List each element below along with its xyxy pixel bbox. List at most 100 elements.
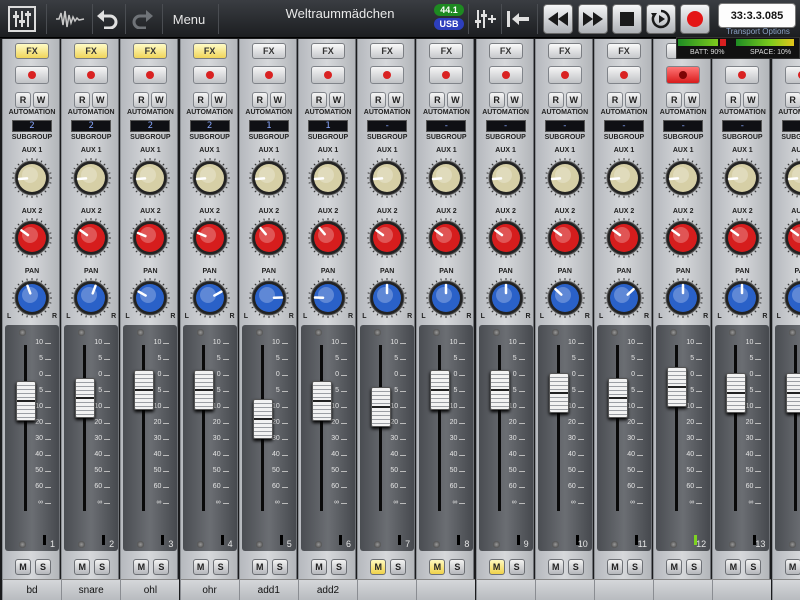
aux2-knob[interactable] [366,217,408,259]
undo-icon[interactable] [94,4,120,34]
solo-button[interactable]: S [212,559,229,575]
channel-name[interactable] [654,579,713,600]
fader-add-icon[interactable] [472,4,498,34]
fx-button[interactable]: FX [607,43,641,59]
pan-knob[interactable] [425,277,467,319]
automation-write-button[interactable]: W [565,92,582,108]
automation-write-button[interactable]: W [447,92,464,108]
fader-handle[interactable] [134,369,155,410]
record-arm-button[interactable] [547,66,582,84]
fx-button[interactable]: FX [15,43,49,59]
menu-button[interactable]: Menu [165,5,213,33]
automation-write-button[interactable]: W [210,92,227,108]
solo-button[interactable]: S [508,559,525,575]
subgroup-display[interactable]: - [781,120,800,132]
mute-button[interactable]: M [666,559,683,575]
fx-button[interactable]: FX [429,43,464,59]
solo-button[interactable]: S [627,559,643,575]
subgroup-display[interactable]: - [604,120,644,132]
aux2-knob[interactable] [189,217,231,259]
aux1-knob[interactable] [366,157,408,199]
aux2-knob[interactable] [11,217,53,259]
aux1-knob[interactable] [248,157,290,199]
subgroup-display[interactable]: - [485,120,526,132]
aux2-knob[interactable] [603,217,645,259]
fader-handle[interactable] [608,377,628,418]
automation-read-button[interactable]: R [607,92,623,108]
mute-button[interactable]: M [251,559,268,575]
channel-name[interactable] [417,579,476,600]
subgroup-display[interactable]: 1 [308,120,348,132]
aux1-knob[interactable] [721,157,763,199]
automation-write-button[interactable]: W [743,92,760,108]
automation-write-button[interactable]: W [625,92,641,108]
fader-handle[interactable] [16,381,36,421]
automation-write-button[interactable]: W [92,92,109,108]
aux2-knob[interactable] [485,217,527,259]
aux2-knob[interactable] [248,217,290,259]
aux2-knob[interactable] [425,217,467,259]
aux2-knob[interactable] [662,217,704,259]
record-arm-button[interactable] [74,66,109,84]
solo-button[interactable]: S [153,559,170,575]
aux2-knob[interactable] [781,217,800,259]
fx-button[interactable]: FX [192,43,227,59]
fader-handle[interactable] [667,366,688,407]
automation-write-button[interactable]: W [269,92,286,108]
record-arm-button[interactable] [370,66,405,84]
aux1-knob[interactable] [11,157,53,199]
solo-button[interactable]: S [567,559,584,575]
channel-name[interactable]: ohr [180,579,239,600]
aux2-knob[interactable] [129,217,171,259]
record-arm-button[interactable] [15,66,49,84]
rewind-button[interactable] [543,4,573,34]
waveform-icon[interactable] [52,4,88,34]
channel-name[interactable] [713,579,772,600]
record-button[interactable] [680,4,710,34]
loop-button[interactable] [646,4,676,34]
fx-button[interactable]: FX [74,43,109,59]
automation-write-button[interactable]: W [684,92,701,108]
subgroup-display[interactable]: 2 [130,120,171,132]
fader-handle[interactable] [489,369,510,410]
pan-knob[interactable] [366,277,408,319]
mute-button[interactable]: M [784,559,800,575]
channel-name[interactable]: bd [3,579,61,600]
channel-name[interactable] [772,579,800,600]
subgroup-display[interactable]: 2 [189,120,230,132]
fader-handle[interactable] [312,381,332,421]
subgroup-display[interactable]: - [722,120,763,132]
fader-handle[interactable] [430,369,451,410]
record-arm-button[interactable] [488,66,523,84]
aux2-knob[interactable] [307,217,349,259]
automation-read-button[interactable]: R [133,92,150,108]
mute-button[interactable]: M [15,559,31,575]
aux1-knob[interactable] [544,157,586,199]
solo-button[interactable]: S [449,559,466,575]
automation-read-button[interactable]: R [666,92,683,108]
aux1-knob[interactable] [70,157,112,199]
automation-read-button[interactable]: R [251,92,268,108]
fx-button[interactable]: FX [133,43,168,59]
fast-forward-button[interactable] [578,4,608,34]
subgroup-display[interactable]: 2 [12,120,52,132]
time-counter[interactable]: 33:3.3.085 [718,3,796,28]
mute-button[interactable]: M [74,559,91,575]
automation-read-button[interactable]: R [192,92,209,108]
fx-button[interactable]: FX [547,43,582,59]
pan-knob[interactable] [544,277,586,319]
record-arm-button[interactable] [192,66,227,84]
solo-button[interactable]: S [35,559,51,575]
channel-name[interactable]: snare [62,579,121,600]
automation-read-button[interactable]: R [74,92,91,108]
pan-knob[interactable] [662,277,704,319]
mute-button[interactable]: M [607,559,623,575]
aux2-knob[interactable] [70,217,112,259]
solo-button[interactable]: S [390,559,407,575]
mute-button[interactable]: M [488,559,505,575]
subgroup-display[interactable]: - [663,120,704,132]
channel-name[interactable] [358,579,417,600]
solo-button[interactable]: S [271,559,288,575]
subgroup-display[interactable]: - [426,120,467,132]
aux1-knob[interactable] [485,157,527,199]
